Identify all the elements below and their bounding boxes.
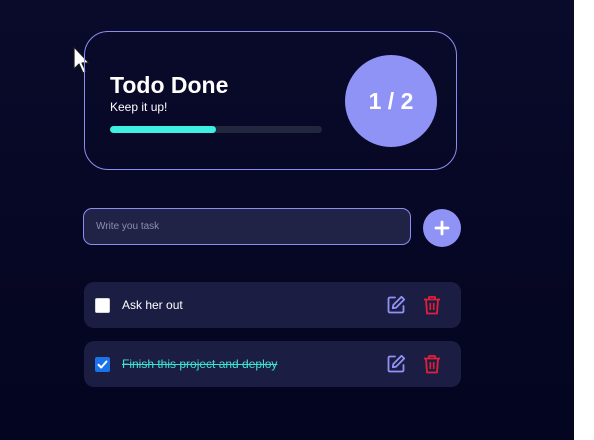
todo-text: Finish this project and deploy [122, 357, 278, 371]
todo-app: Todo Done Keep it up! 1 / 2 Ask her out [0, 0, 574, 440]
delete-button[interactable] [421, 294, 443, 316]
edit-button[interactable] [385, 294, 407, 316]
todo-text: Ask her out [122, 298, 183, 312]
progress-bar [110, 126, 322, 133]
summary-subtitle: Keep it up! [110, 100, 168, 114]
delete-button[interactable] [421, 353, 443, 375]
summary-title: Todo Done [110, 72, 229, 98]
trash-icon [424, 355, 440, 374]
progress-bar-fill [110, 126, 216, 133]
trash-icon [424, 296, 440, 315]
new-task-input[interactable] [83, 208, 411, 245]
completion-counter: 1 / 2 [345, 55, 437, 147]
todo-item: Ask her out [84, 282, 461, 328]
todo-item: Finish this project and deploy [84, 341, 461, 387]
progress-summary-card: Todo Done Keep it up! 1 / 2 [84, 31, 457, 170]
checkmark-icon [97, 360, 108, 369]
edit-icon [387, 295, 406, 314]
todo-checkbox[interactable] [95, 357, 110, 372]
add-task-button[interactable] [423, 209, 461, 247]
todo-checkbox[interactable] [95, 298, 110, 313]
plus-icon [434, 220, 450, 236]
edit-button[interactable] [385, 353, 407, 375]
edit-icon [387, 354, 406, 373]
